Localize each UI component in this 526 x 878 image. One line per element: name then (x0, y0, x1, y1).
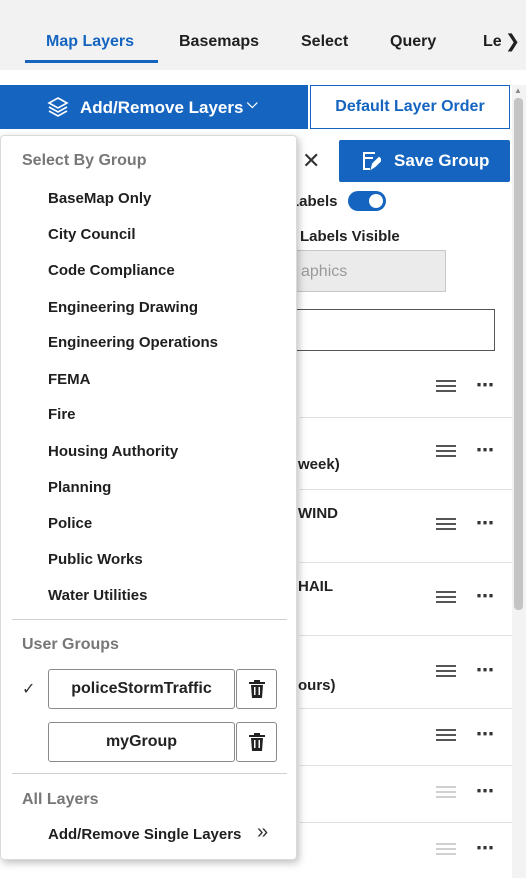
more-options-icon[interactable]: ⋯ (476, 781, 495, 802)
tab-basemaps[interactable]: Basemaps (179, 33, 259, 51)
select-by-group-header: Select By Group (22, 152, 147, 169)
row-divider (300, 417, 512, 418)
active-tab-indicator (25, 60, 158, 63)
group-item-police[interactable]: Police (48, 515, 92, 532)
row-divider (300, 708, 512, 709)
group-item-basemap-only[interactable]: BaseMap Only (48, 190, 151, 207)
double-chevron-right-icon[interactable]: » (257, 821, 268, 844)
layer-menu-icon[interactable] (436, 591, 456, 607)
chevron-right-icon[interactable]: ❯ (505, 31, 520, 52)
scrollbar-thumb[interactable] (514, 98, 523, 610)
tab-bar: Map Layers Basemaps Select Query Le ❯ (0, 0, 526, 70)
layer-menu-icon[interactable] (436, 518, 456, 534)
labels-visible-text: Labels Visible (300, 228, 400, 245)
layer-menu-icon[interactable] (436, 380, 456, 396)
tab-map-layers[interactable]: Map Layers (46, 33, 134, 51)
group-item-public-works[interactable]: Public Works (48, 551, 143, 568)
tab-legend[interactable]: Le (483, 33, 502, 51)
close-icon[interactable]: ✕ (302, 148, 320, 174)
layer-row-text: HAIL (298, 578, 333, 595)
scroll-up-arrow-icon[interactable]: ▲ (514, 86, 522, 95)
layer-row-text: ours) (298, 677, 336, 694)
user-group-button-mygroup[interactable]: myGroup (48, 722, 235, 762)
group-item-code-compliance[interactable]: Code Compliance (48, 262, 175, 279)
save-group-label: Save Group (394, 151, 490, 170)
graphics-select[interactable]: aphics (280, 250, 446, 292)
group-item-engineering-operations[interactable]: Engineering Operations (48, 334, 218, 351)
delete-group-button[interactable] (236, 669, 277, 709)
save-group-button[interactable]: Save Group (339, 140, 510, 182)
layer-menu-icon[interactable] (436, 786, 456, 802)
more-options-icon[interactable]: ⋯ (476, 724, 495, 745)
labels-toggle[interactable] (348, 191, 386, 211)
group-item-fire[interactable]: Fire (48, 406, 76, 423)
user-group-button-policestormtraffic[interactable]: policeStormTraffic (48, 669, 235, 709)
row-divider (300, 562, 512, 563)
dropdown-divider (12, 619, 287, 620)
add-remove-single-layers-link[interactable]: Add/Remove Single Layers (48, 826, 241, 843)
more-options-icon[interactable]: ⋯ (476, 440, 495, 461)
more-options-icon[interactable]: ⋯ (476, 375, 495, 396)
group-item-water-utilities[interactable]: Water Utilities (48, 587, 147, 604)
group-item-city-council[interactable]: City Council (48, 226, 136, 243)
more-options-icon[interactable]: ⋯ (476, 586, 495, 607)
group-name-input[interactable] (280, 309, 495, 351)
row-divider (300, 765, 512, 766)
trash-icon (249, 680, 265, 698)
delete-group-button[interactable] (236, 722, 277, 762)
add-remove-layers-button[interactable]: Add/Remove Layers ⌵ (0, 85, 308, 129)
trash-icon (249, 733, 265, 751)
default-layer-order-button[interactable]: Default Layer Order (310, 85, 510, 129)
layer-row-text: WIND (298, 505, 338, 522)
layer-menu-icon[interactable] (436, 445, 456, 461)
save-edit-icon (363, 152, 381, 171)
user-groups-header: User Groups (22, 636, 119, 653)
group-item-housing-authority[interactable]: Housing Authority (48, 443, 178, 460)
more-options-icon[interactable]: ⋯ (476, 838, 495, 859)
layer-menu-icon[interactable] (436, 665, 456, 681)
row-divider (300, 489, 512, 490)
row-divider (300, 822, 512, 823)
layers-icon (47, 97, 69, 117)
chevron-down-icon: ⌵ (247, 95, 258, 111)
more-options-icon[interactable]: ⋯ (476, 660, 495, 681)
add-remove-layers-label: Add/Remove Layers (80, 98, 244, 117)
add-remove-layers-dropdown: Select By Group BaseMap Only City Counci… (0, 135, 297, 860)
dropdown-divider (12, 773, 287, 774)
group-item-engineering-drawing[interactable]: Engineering Drawing (48, 299, 198, 316)
layer-menu-icon[interactable] (436, 729, 456, 745)
more-options-icon[interactable]: ⋯ (476, 513, 495, 534)
checkmark-icon: ✓ (22, 681, 36, 698)
tab-select[interactable]: Select (301, 33, 348, 51)
all-layers-header: All Layers (22, 791, 99, 808)
toggle-knob (369, 194, 383, 208)
group-item-planning[interactable]: Planning (48, 479, 111, 496)
layer-menu-icon[interactable] (436, 843, 456, 859)
labels-toggle-text: Labels (290, 193, 338, 210)
row-divider (300, 635, 512, 636)
group-item-fema[interactable]: FEMA (48, 371, 91, 388)
layer-row-text: week) (298, 456, 340, 473)
tab-query[interactable]: Query (390, 33, 436, 51)
